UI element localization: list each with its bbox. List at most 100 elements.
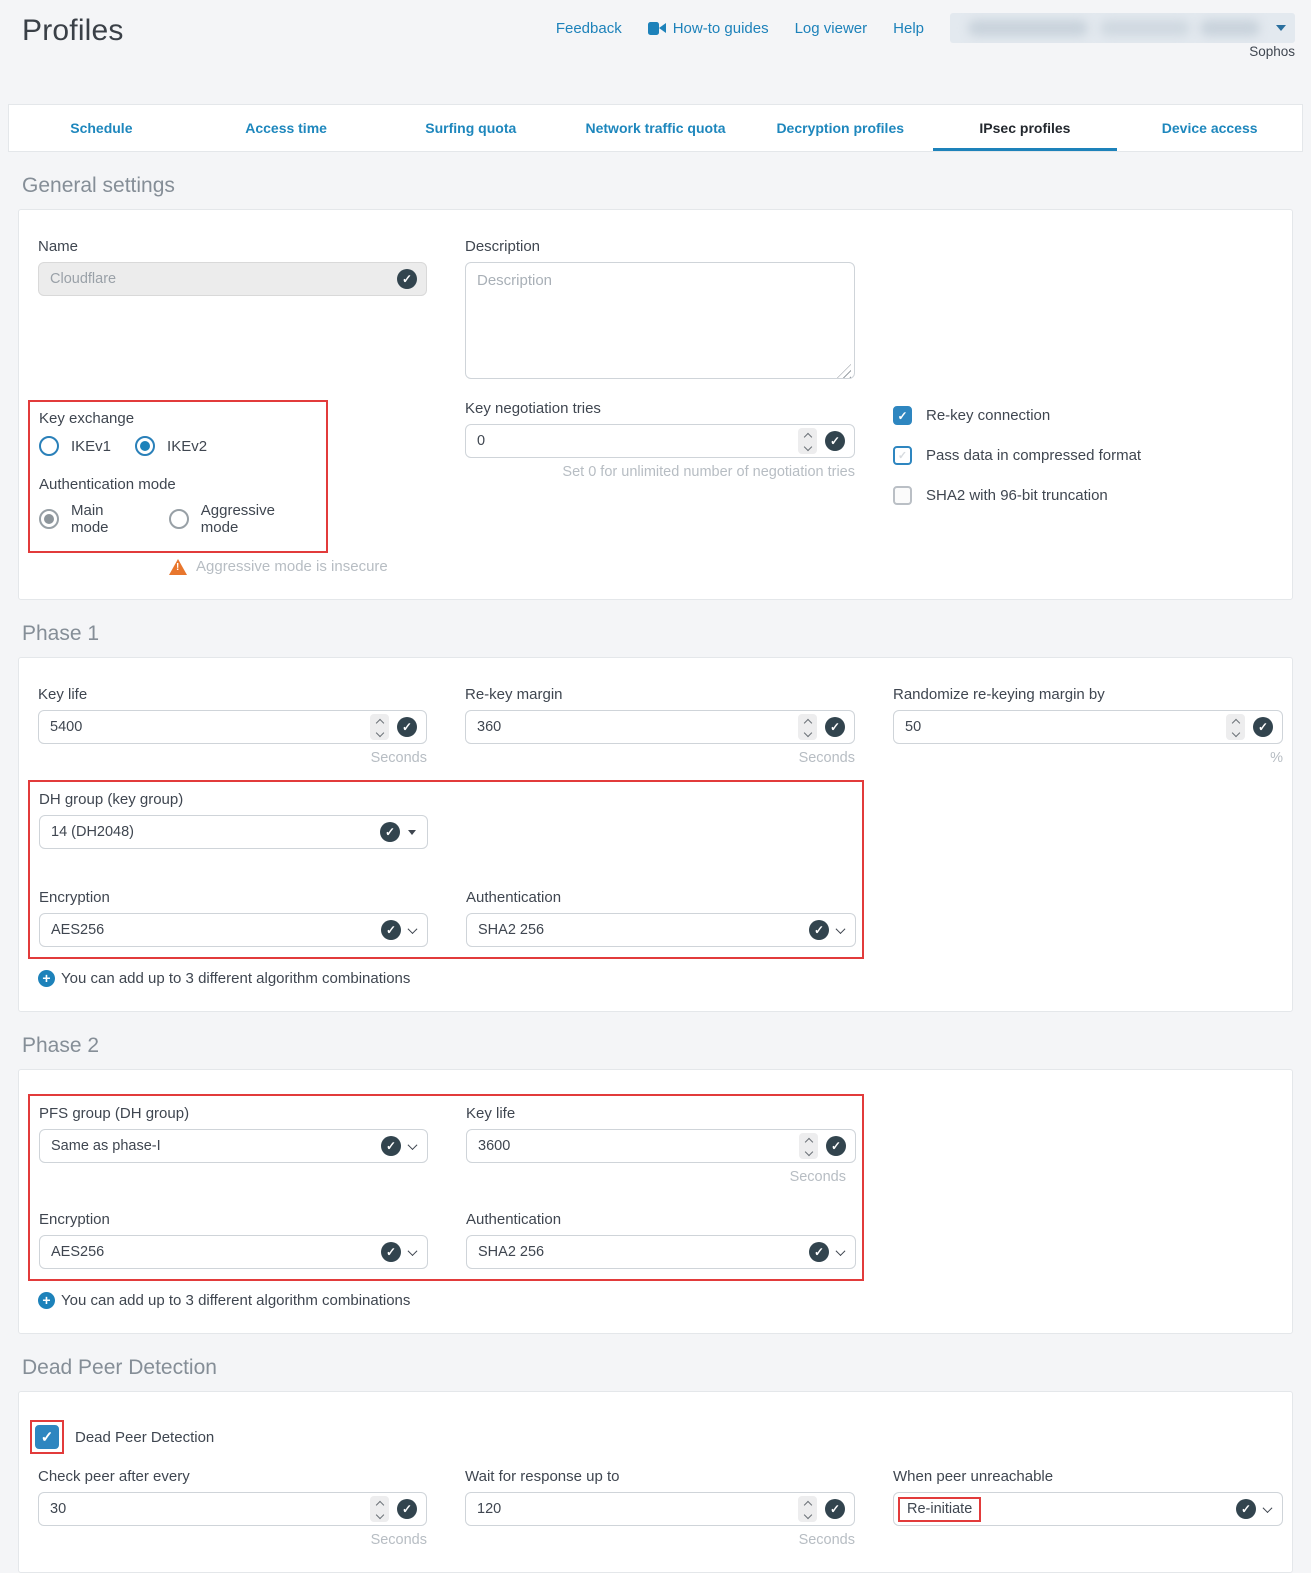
radio-aggressive-mode[interactable] [169, 509, 189, 529]
number-stepper[interactable] [798, 1496, 817, 1522]
dpd-when-unreachable-label: When peer unreachable [893, 1468, 1283, 1485]
dpd-check-peer-box [38, 1492, 427, 1526]
log-viewer-link[interactable]: Log viewer [795, 20, 868, 37]
valid-check-icon [397, 269, 417, 289]
p2-encryption-value [51, 1244, 381, 1260]
p2-pfs-group-select[interactable] [39, 1129, 428, 1163]
brand-label: Sophos [1249, 44, 1295, 59]
dpd-check-peer-input[interactable] [50, 1501, 370, 1517]
rekey-connection-checkbox[interactable] [893, 406, 912, 425]
description-textarea[interactable] [465, 262, 855, 379]
howto-guides-link[interactable]: How-to guides [648, 20, 769, 37]
key-negotiation-hint: Set 0 for unlimited number of negotiatio… [465, 464, 855, 480]
dpd-wait-response-box [465, 1492, 855, 1526]
sha2-truncation-checkbox[interactable] [893, 486, 912, 505]
p1-key-life-label: Key life [38, 686, 427, 703]
p1-dh-group-field: DH group (key group) [39, 791, 428, 849]
chevron-down-icon [1263, 1503, 1273, 1513]
dpd-wait-response-hint: Seconds [465, 1532, 855, 1548]
p2-authentication-select[interactable] [466, 1235, 856, 1269]
valid-check-icon [1236, 1499, 1256, 1519]
valid-check-icon [809, 920, 829, 940]
p2-authentication-label: Authentication [466, 1211, 856, 1228]
number-stepper[interactable] [798, 714, 817, 740]
auth-mode-radio-group: Main mode Aggressive mode [39, 502, 316, 536]
p1-encryption-field: Encryption [39, 889, 428, 947]
valid-check-icon [397, 1499, 417, 1519]
radio-ikev1[interactable] [39, 436, 59, 456]
help-link[interactable]: Help [893, 20, 924, 37]
p1-authentication-select[interactable] [466, 913, 856, 947]
tab-network-traffic-quota[interactable]: Network traffic quota [563, 105, 748, 151]
name-field-group: Name [38, 238, 427, 384]
account-dropdown[interactable] [950, 13, 1295, 43]
p2-pfs-group-label: PFS group (DH group) [39, 1105, 428, 1122]
radio-ikev2-label: IKEv2 [167, 438, 207, 455]
general-settings-card: Name Description Key exchange [18, 209, 1293, 600]
number-stepper[interactable] [1226, 714, 1245, 740]
name-input[interactable] [50, 271, 397, 287]
tab-access-time[interactable]: Access time [194, 105, 379, 151]
number-stepper[interactable] [370, 714, 389, 740]
tab-decryption-profiles[interactable]: Decryption profiles [748, 105, 933, 151]
p1-dh-group-select[interactable] [39, 815, 428, 849]
p2-key-life-box [466, 1129, 856, 1163]
dpd-wait-response-input[interactable] [477, 1501, 798, 1517]
phase1-heading: Phase 1 [22, 622, 1293, 646]
dpd-when-unreachable-group: When peer unreachable Re-initiate [893, 1468, 1283, 1548]
phase2-card: PFS group (DH group) Key life [18, 1069, 1293, 1334]
tab-ipsec-profiles[interactable]: IPsec profiles [933, 105, 1118, 151]
radio-main-mode[interactable] [39, 509, 59, 529]
dpd-checkbox-annotation-box [30, 1420, 64, 1454]
p1-dh-group-value [51, 824, 380, 840]
feedback-link[interactable]: Feedback [556, 20, 622, 37]
key-negotiation-input-box [465, 424, 855, 458]
p1-authentication-field: Authentication [466, 889, 856, 947]
p1-key-life-input[interactable] [50, 719, 370, 735]
tab-schedule[interactable]: Schedule [9, 105, 194, 151]
add-icon[interactable] [38, 970, 55, 987]
options-checkbox-group: Re-key connection Pass data in compresse… [893, 406, 1283, 575]
page-header: Profiles Feedback How-to guides Log view… [0, 0, 1311, 104]
number-stepper[interactable] [799, 1133, 818, 1159]
valid-check-icon [397, 717, 417, 737]
warning-triangle-icon [169, 559, 187, 575]
key-negotiation-input[interactable] [477, 433, 798, 449]
chevron-down-icon [836, 1246, 846, 1256]
p2-encryption-label: Encryption [39, 1211, 428, 1228]
p1-randomize-hint: % [893, 750, 1283, 766]
number-stepper[interactable] [798, 428, 817, 454]
rekey-connection-option: Re-key connection [893, 406, 1283, 425]
dpd-check-peer-label: Check peer after every [38, 1468, 427, 1485]
number-stepper[interactable] [370, 1496, 389, 1522]
p1-rekey-margin-label: Re-key margin [465, 686, 855, 703]
warning-text: Aggressive mode is insecure [196, 558, 388, 575]
tab-surfing-quota[interactable]: Surfing quota [378, 105, 563, 151]
p2-key-life-hint: Seconds [466, 1169, 846, 1185]
p1-rekey-margin-input[interactable] [477, 719, 798, 735]
p2-key-life-input[interactable] [478, 1138, 799, 1154]
radio-ikev1-label: IKEv1 [71, 438, 111, 455]
add-icon[interactable] [38, 1292, 55, 1309]
radio-aggressive-mode-label: Aggressive mode [201, 502, 316, 536]
p1-authentication-value [478, 922, 809, 938]
dpd-when-unreachable-select[interactable]: Re-initiate [893, 1492, 1283, 1526]
compressed-format-checkbox[interactable] [893, 446, 912, 465]
sha2-truncation-option: SHA2 with 96-bit truncation [893, 486, 1283, 505]
p2-algorithms-annotation-box: PFS group (DH group) Key life [28, 1094, 864, 1281]
chevron-down-icon [836, 924, 846, 934]
p2-encryption-select[interactable] [39, 1235, 428, 1269]
p1-add-combination-row: You can add up to 3 different algorithm … [38, 970, 1272, 987]
dpd-check-peer-hint: Seconds [38, 1532, 427, 1548]
tab-bar: Schedule Access time Surfing quota Netwo… [8, 104, 1303, 152]
dpd-wait-response-label: Wait for response up to [465, 1468, 855, 1485]
p1-key-life-hint: Seconds [38, 750, 427, 766]
blurred-text [1200, 20, 1260, 36]
p1-randomize-input[interactable] [905, 719, 1226, 735]
p1-key-life-box [38, 710, 427, 744]
p1-encryption-select[interactable] [39, 913, 428, 947]
p1-encryption-label: Encryption [39, 889, 428, 906]
radio-ikev2[interactable] [135, 436, 155, 456]
tab-device-access[interactable]: Device access [1117, 105, 1302, 151]
dpd-enable-checkbox[interactable] [35, 1425, 59, 1449]
